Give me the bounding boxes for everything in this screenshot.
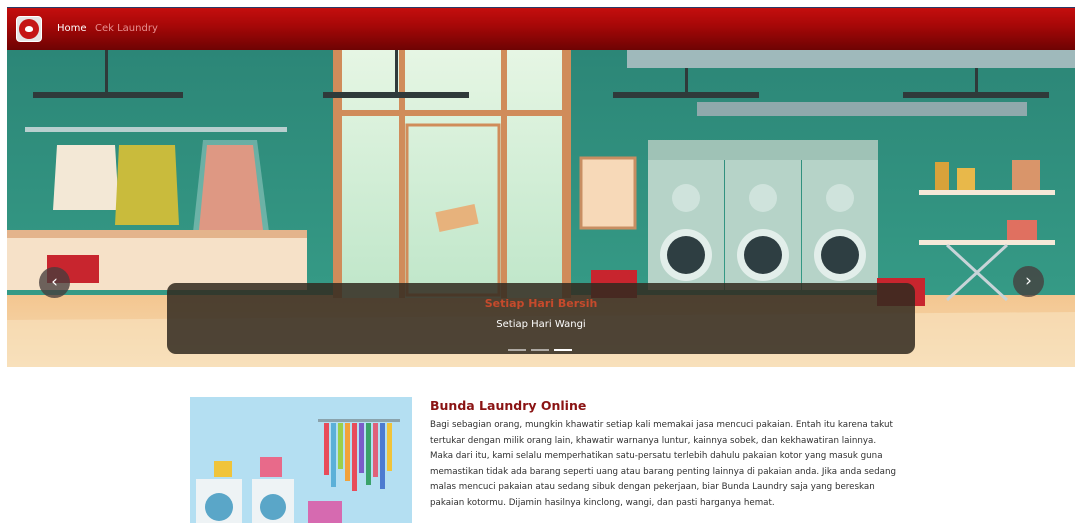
nav-link-home[interactable]: Home <box>57 23 87 35</box>
about-description: Bagi sebagian orang, mungkin khawatir se… <box>430 420 897 508</box>
logo-mark <box>19 19 39 39</box>
caption-subtitle: Setiap Hari Wangi <box>496 319 586 330</box>
caption-title: Setiap Hari Bersih <box>484 297 598 310</box>
carousel-prev-button[interactable]: ‹ <box>39 267 70 298</box>
about-title: Bunda Laundry Online <box>430 398 587 413</box>
nav-link-cek-laundry[interactable]: Cek Laundry <box>95 23 158 35</box>
page: Home Cek Laundry ‹ › Setiap Hari Bersih … <box>7 7 1075 523</box>
carousel-indicator[interactable] <box>508 349 526 351</box>
laundry-logo-icon[interactable] <box>16 16 42 42</box>
chevron-left-icon: ‹ <box>51 272 58 292</box>
carousel-indicator-active[interactable] <box>554 349 572 351</box>
laundry-illustration <box>190 397 412 523</box>
carousel-indicator[interactable] <box>531 349 549 351</box>
carousel-caption: Setiap Hari Bersih Setiap Hari Wangi <box>167 283 915 354</box>
chevron-right-icon: › <box>1025 271 1032 291</box>
carousel-next-button[interactable]: › <box>1013 266 1044 297</box>
navbar: Home Cek Laundry <box>7 7 1075 50</box>
hero-carousel: ‹ › Setiap Hari Bersih Setiap Hari Wangi <box>7 50 1075 367</box>
